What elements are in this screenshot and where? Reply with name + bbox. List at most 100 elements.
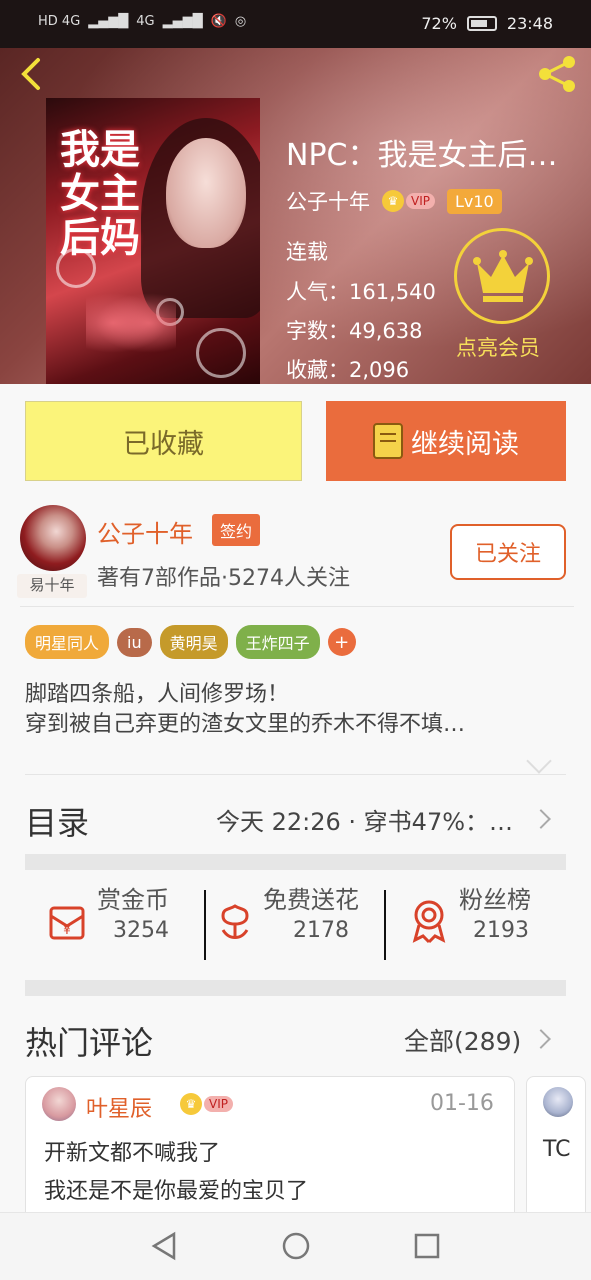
comment-line: 我还是不是你最爱的宝贝了 bbox=[44, 1179, 309, 1204]
hot-comments-title: 热门评论 bbox=[25, 1024, 154, 1062]
divider bbox=[20, 606, 574, 607]
commenter-name[interactable]: 叶星辰 bbox=[86, 1091, 152, 1123]
comment-line: 开新文都不喊我了 bbox=[44, 1141, 221, 1166]
signal-bars-icon: ▂▄▆█ bbox=[88, 14, 129, 29]
reward-label: 赏金币 bbox=[97, 886, 169, 914]
all-comments-link[interactable]: 全部(289) bbox=[404, 1022, 521, 1058]
comment-card[interactable]: 叶星辰 ♛ VIP 01-16 开新文都不喊我了 我还是不是你最爱的宝贝了 bbox=[25, 1076, 515, 1226]
svg-text:¥: ¥ bbox=[63, 923, 71, 937]
word-count-row: 字数：49,638 bbox=[286, 315, 422, 345]
avatar-caption: 易十年 bbox=[17, 574, 87, 598]
popularity-value: 161,540 bbox=[349, 280, 436, 304]
chevron-right-icon[interactable] bbox=[531, 1029, 551, 1049]
description-line: 脚踏四条船，人间修罗场！ bbox=[25, 682, 290, 707]
signal-bars-icon-2: ▂▄▆█ bbox=[162, 14, 203, 29]
vip-label: VIP bbox=[406, 193, 435, 209]
tag-item[interactable]: 黄明昊 bbox=[159, 625, 228, 659]
reward-value: 3254 bbox=[113, 918, 169, 943]
words-label: 字数： bbox=[286, 319, 349, 343]
vertical-divider bbox=[204, 890, 206, 960]
back-triangle-icon[interactable] bbox=[150, 1231, 178, 1261]
book-cover[interactable]: 我是女主后妈 bbox=[46, 98, 260, 384]
favorites-row: 收藏：2,096 bbox=[286, 354, 409, 384]
tag-item[interactable]: 明星同人 bbox=[25, 625, 110, 659]
home-circle-icon[interactable] bbox=[281, 1231, 311, 1261]
status-bar: HD 4G ▂▄▆█ 4G ▂▄▆█ 🔇 ◎ 72% 23:48 bbox=[0, 0, 591, 48]
level-badge: Lv10 bbox=[446, 188, 502, 214]
reward-coin-stat[interactable]: ¥ 赏金币 3254 bbox=[25, 884, 205, 968]
fans-ranking-stat[interactable]: 粉丝榜 2193 bbox=[387, 884, 565, 968]
collected-button[interactable]: 已收藏 bbox=[25, 401, 302, 481]
book-icon bbox=[373, 423, 403, 459]
member-crown-button[interactable] bbox=[454, 228, 550, 324]
vip-label: VIP bbox=[204, 1096, 233, 1112]
continue-label: 继续阅读 bbox=[411, 428, 519, 460]
popularity-label: 人气： bbox=[286, 280, 349, 304]
clock: 23:48 bbox=[506, 14, 553, 33]
battery-icon bbox=[466, 16, 497, 31]
crown-icon bbox=[473, 250, 533, 302]
cover-face bbox=[166, 138, 246, 248]
comment-text: 开新文都不喊我了 我还是不是你最爱的宝贝了 bbox=[44, 1135, 504, 1211]
hd-signal-icon: HD 4G bbox=[38, 14, 81, 29]
toc-latest-chapter[interactable]: 今天 22:26 · 穿书47%：… bbox=[216, 802, 534, 837]
tag-list: 明星同人 iu 黄明昊 王炸四子 + bbox=[25, 625, 356, 659]
serial-status: 连载 bbox=[286, 240, 328, 264]
continue-reading-button[interactable]: 继续阅读 bbox=[326, 401, 566, 481]
cover-bubble bbox=[56, 248, 96, 288]
flower-icon bbox=[221, 904, 249, 939]
share-icon[interactable] bbox=[535, 54, 579, 94]
tag-item[interactable]: iu bbox=[117, 627, 152, 657]
red-envelope-icon: ¥ bbox=[49, 906, 85, 940]
comment-date: 01-16 bbox=[430, 1091, 494, 1116]
author-stats: 著有7部作品·5274人关注 bbox=[97, 566, 350, 591]
description-line: 穿到被自己弃更的渣女文里的乔木不得不填… bbox=[25, 712, 466, 737]
cover-butterfly bbox=[86, 288, 176, 358]
status-right: 72% 23:48 bbox=[421, 14, 553, 33]
status-left: HD 4G ▂▄▆█ 4G ▂▄▆█ 🔇 ◎ bbox=[38, 14, 246, 29]
words-value: 49,638 bbox=[349, 319, 423, 343]
flower-label: 免费送花 bbox=[263, 886, 359, 914]
chevron-left-icon[interactable] bbox=[16, 54, 46, 94]
favorites-value: 2,096 bbox=[349, 358, 410, 382]
popularity-row: 人气：161,540 bbox=[286, 276, 436, 306]
commenter-avatar[interactable] bbox=[543, 1087, 573, 1117]
vertical-divider bbox=[384, 890, 386, 960]
comment-snippet: TC bbox=[543, 1137, 571, 1162]
add-tag-button[interactable]: + bbox=[327, 628, 356, 656]
fans-value: 2193 bbox=[473, 918, 529, 943]
mute-icon: 🔇 bbox=[210, 14, 227, 29]
cover-bubble bbox=[196, 328, 246, 378]
vip-badge: ♛ VIP bbox=[180, 1093, 233, 1115]
author-name[interactable]: 公子十年 bbox=[97, 514, 193, 549]
system-nav-bar bbox=[0, 1212, 591, 1280]
author-avatar[interactable] bbox=[20, 505, 86, 571]
book-title: NPC：我是女主后… bbox=[286, 138, 558, 173]
commenter-avatar[interactable] bbox=[42, 1087, 76, 1121]
sync-icon: ◎ bbox=[234, 14, 247, 29]
cover-title-art: 我是女主后妈 bbox=[60, 126, 140, 261]
book-description[interactable]: 脚踏四条船，人间修罗场！ 穿到被自己弃更的渣女文里的乔木不得不填… bbox=[25, 680, 565, 740]
battery-percent: 72% bbox=[421, 14, 457, 33]
fans-label: 粉丝榜 bbox=[459, 886, 531, 914]
divider bbox=[25, 774, 566, 775]
book-content: 已收藏 继续阅读 易十年 公子十年 签约 著有7部作品·5274人关注 已关注 … bbox=[0, 384, 591, 1226]
favorites-label: 收藏： bbox=[286, 358, 349, 382]
free-flower-stat[interactable]: 免费送花 2178 bbox=[207, 884, 385, 968]
support-stats-row: ¥ 赏金币 3254 免费送花 2178 粉丝榜 2193 bbox=[25, 884, 566, 968]
toc-title[interactable]: 目录 bbox=[25, 798, 89, 844]
follow-label: 已关注 bbox=[474, 542, 541, 567]
author-line: 公子十年 ♛ VIP Lv10 bbox=[286, 186, 502, 216]
section-band bbox=[25, 854, 566, 870]
tag-item[interactable]: 王炸四子 bbox=[235, 625, 320, 659]
follow-button[interactable]: 已关注 bbox=[450, 524, 566, 580]
header-author[interactable]: 公子十年 bbox=[286, 186, 370, 216]
crown-icon: ♛ bbox=[382, 190, 404, 212]
recents-square-icon[interactable] bbox=[413, 1231, 441, 1261]
expand-chevron-icon[interactable] bbox=[526, 748, 552, 774]
section-band bbox=[25, 980, 566, 996]
member-label[interactable]: 点亮会员 bbox=[456, 332, 540, 362]
comment-card[interactable]: TC bbox=[526, 1076, 586, 1226]
collected-label: 已收藏 bbox=[123, 428, 204, 460]
chevron-right-icon[interactable] bbox=[531, 809, 551, 829]
